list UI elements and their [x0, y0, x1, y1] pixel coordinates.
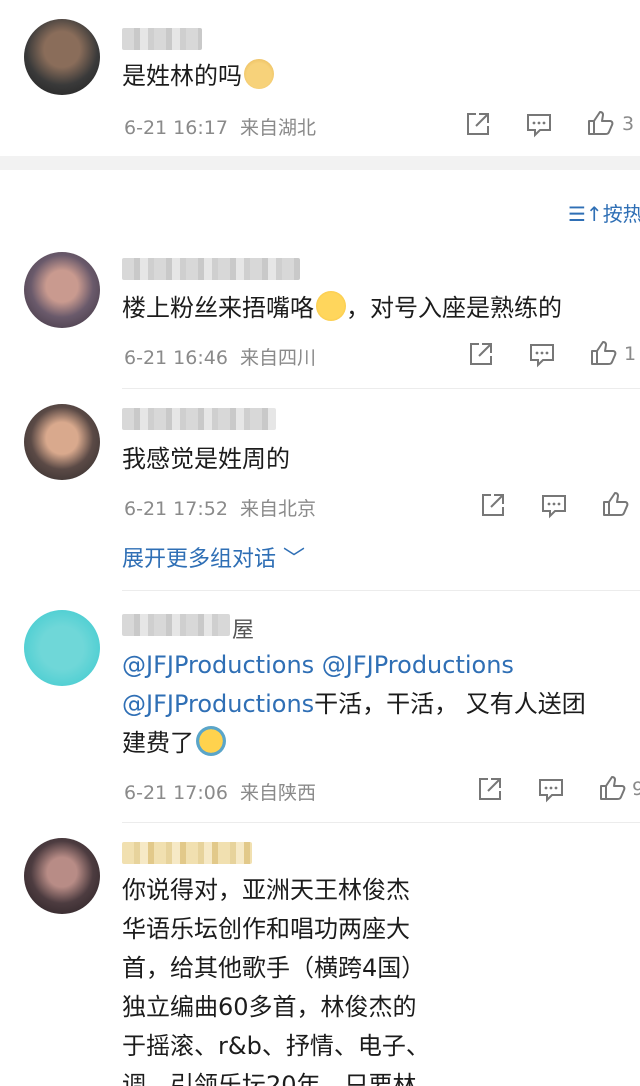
- username-blurred[interactable]: [122, 28, 202, 50]
- avatar[interactable]: [24, 610, 100, 686]
- share-icon[interactable]: [480, 492, 506, 518]
- avatar[interactable]: [24, 838, 100, 914]
- comment-line: 首，给其他歌手（横跨4国）: [122, 954, 426, 982]
- like-icon[interactable]: [601, 490, 629, 518]
- comment-separator: [122, 388, 640, 389]
- comment-time: 6-21 17:52: [124, 498, 228, 520]
- comment-location: 来自陕西: [240, 782, 317, 804]
- share-icon[interactable]: [477, 776, 503, 802]
- comment-meta: 6-21 16:17 来自湖北: [124, 113, 316, 140]
- comment-location: 来自北京: [240, 498, 317, 520]
- comment-separator: [122, 590, 640, 591]
- username-blurred[interactable]: [122, 614, 230, 636]
- comment-time: 6-21 16:17: [124, 117, 228, 139]
- share-icon[interactable]: [465, 111, 491, 137]
- mention-line[interactable]: @JFJProductions @JFJProductions: [122, 646, 514, 685]
- comment-text: @JFJProductions干活，干活， 又有人送团: [122, 690, 586, 718]
- comment-meta: 6-21 17:06 来自陕西: [124, 778, 316, 805]
- username-blurred[interactable]: [122, 408, 276, 430]
- like-icon[interactable]: [598, 774, 626, 802]
- comment-time: 6-21 16:46: [124, 347, 228, 369]
- expand-more-replies-link[interactable]: 展开更多组对话 ﹀: [122, 541, 305, 573]
- comment-text: 楼上粉丝来捂嘴咯 ，对号入座是熟练的: [122, 289, 562, 328]
- sort-hot-button[interactable]: ☰↑按热: [568, 198, 640, 227]
- comment-icon[interactable]: [529, 342, 555, 368]
- comment-text: 建费了: [122, 724, 226, 763]
- surprised-emoji: [196, 726, 226, 756]
- comment-meta: 6-21 17:52 来自北京: [124, 494, 316, 521]
- cover-mouth-emoji: [316, 291, 346, 321]
- mention-link[interactable]: @JFJProductions: [122, 690, 314, 718]
- comment-icon[interactable]: [538, 777, 564, 803]
- comment-icon[interactable]: [541, 493, 567, 519]
- avatar[interactable]: [24, 252, 100, 328]
- section-divider: [0, 156, 640, 170]
- comment-meta: 6-21 16:46 来自四川: [124, 343, 316, 370]
- comment-line: 独立编曲60多首，林俊杰的: [122, 993, 417, 1021]
- like-count: 1: [624, 343, 637, 365]
- like-count: 9: [632, 778, 640, 800]
- comment-line: 你说得对，亚洲天王林俊杰: [122, 876, 410, 904]
- comment-line: 华语乐坛创作和唱功两座大: [122, 915, 410, 943]
- comment-time: 6-21 17:06: [124, 782, 228, 804]
- comment-line: 于摇滚、r&b、抒情、电子、: [122, 1032, 430, 1060]
- comment-text: 是姓林的吗: [122, 57, 274, 96]
- comment-separator: [122, 822, 640, 823]
- chevron-down-icon: ﹀: [283, 547, 306, 572]
- like-icon[interactable]: [586, 109, 614, 137]
- comment-location: 来自四川: [240, 347, 317, 369]
- comment-icon[interactable]: [526, 112, 552, 138]
- comment-line: 调，引领乐坛20年，只要林: [122, 1071, 417, 1086]
- like-count: 3: [622, 113, 635, 135]
- like-icon[interactable]: [589, 339, 617, 367]
- username-blurred[interactable]: [122, 842, 252, 864]
- comment-text: 我感觉是姓周的: [122, 445, 290, 473]
- username-blurred[interactable]: [122, 258, 300, 280]
- avatar[interactable]: [24, 19, 100, 95]
- username-suffix: 屋: [232, 618, 255, 643]
- share-icon[interactable]: [468, 341, 494, 367]
- sort-icon: ☰↑: [568, 202, 603, 226]
- comment-body: 你说得对，亚洲天王林俊杰 华语乐坛创作和唱功两座大 首，给其他歌手（横跨4国） …: [122, 871, 462, 1086]
- doge-emoji: [244, 59, 274, 89]
- avatar[interactable]: [24, 404, 100, 480]
- comment-location: 来自湖北: [240, 117, 317, 139]
